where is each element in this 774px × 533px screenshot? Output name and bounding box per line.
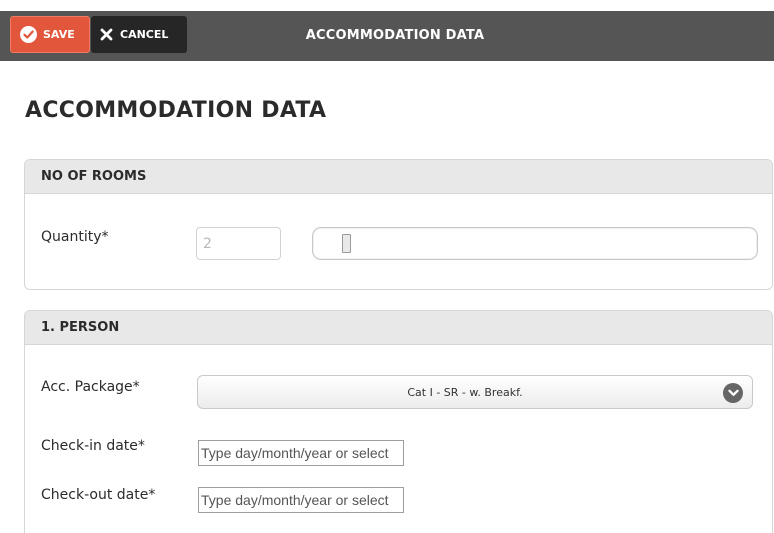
save-label: SAVE [43,28,75,41]
rooms-panel: NO OF ROOMS Quantity* 2 [24,159,773,290]
save-button[interactable]: SAVE [10,16,90,53]
checkin-label: Check-in date* [41,438,145,454]
package-select[interactable]: Cat I - SR - w. Breakf. [197,375,753,409]
package-value: Cat I - SR - w. Breakf. [407,385,523,399]
person-section-heading: 1. PERSON [25,311,772,345]
checkin-date-input[interactable] [198,440,404,466]
checkout-date-input[interactable] [198,487,404,513]
quantity-value: 2 [203,235,212,252]
rooms-section-heading: NO OF ROOMS [25,160,772,194]
check-icon [20,26,37,43]
close-icon [100,28,113,41]
slider-handle[interactable] [342,234,351,253]
quantity-slider[interactable] [312,227,758,260]
person-panel: 1. PERSON Acc. Package* Cat I - SR - w. … [24,310,773,533]
quantity-label: Quantity* [41,229,109,245]
page-title: ACCOMMODATION DATA [25,98,327,123]
chevron-down-icon [723,383,743,403]
package-label: Acc. Package* [41,379,140,395]
checkout-label: Check-out date* [41,487,156,503]
top-toolbar: ACCOMMODATION DATA SAVE CANCEL [0,11,774,61]
cancel-label: CANCEL [120,28,169,41]
cancel-button[interactable]: CANCEL [91,16,187,53]
quantity-field[interactable]: 2 [196,227,281,260]
